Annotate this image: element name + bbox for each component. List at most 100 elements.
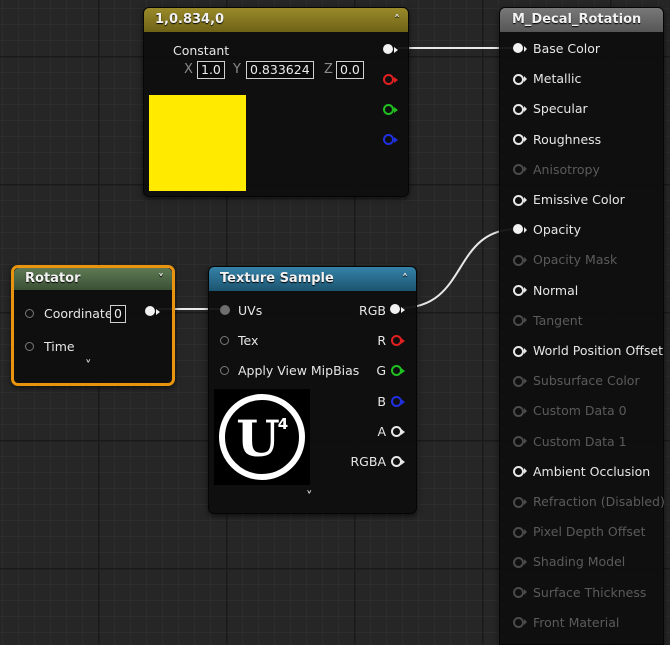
input-arrow-icon (524, 136, 527, 143)
input-pin-opacity[interactable] (513, 224, 523, 235)
input-pin-time[interactable] (25, 342, 34, 351)
input-arrow-icon (524, 287, 527, 294)
pin-label-world-position-offset: World Position Offset (533, 343, 663, 358)
input-arrow-icon (524, 317, 527, 324)
x-label: X (184, 62, 193, 77)
ue-logo-letter: U (236, 409, 280, 468)
input-arrow-icon (524, 75, 527, 82)
output-arrow-icon (394, 107, 398, 113)
output-arrow-icon (401, 368, 405, 374)
input-pin-refraction-disabled (513, 496, 524, 508)
ue-logo-superscript: 4 (278, 415, 288, 433)
output-arrow-icon (156, 309, 160, 315)
pin-label-custom-data-1: Custom Data 1 (533, 433, 627, 449)
material-node-header[interactable]: M_Decal_Rotation (500, 8, 663, 32)
input-pin-specular[interactable] (513, 103, 524, 115)
input-pin-front-material (513, 617, 524, 629)
input-pin-uvs[interactable] (220, 305, 230, 315)
output-pin-b[interactable] (383, 134, 394, 145)
output-arrow-icon (394, 137, 398, 143)
g-output-label: G (376, 363, 386, 378)
output-pin-rotator[interactable] (145, 306, 155, 316)
output-pin-rgb[interactable] (383, 44, 393, 54)
pin-label-shading-model: Shading Model (533, 554, 626, 570)
output-pin-rgb[interactable] (390, 304, 400, 314)
pin-label-metallic: Metallic (533, 71, 582, 87)
rgba-output-label: RGBA (350, 454, 387, 469)
expand-chevron-down-icon[interactable]: ˅ (306, 490, 313, 505)
collapse-chevron-up-icon[interactable]: ˄ (394, 8, 400, 32)
pin-label-surface-thickness: Surface Thickness (533, 584, 647, 600)
pin-label-custom-data-0: Custom Data 0 (533, 403, 627, 419)
z-label: Z (324, 62, 333, 77)
z-value-field[interactable]: 0.0 (336, 61, 364, 79)
input-pin-tex[interactable] (220, 336, 229, 345)
input-pin-roughness[interactable] (513, 134, 524, 146)
y-label: Y (233, 62, 241, 77)
texture-sample-header[interactable]: Texture Sample ˄ (209, 267, 416, 291)
constant-node-header[interactable]: 1,0.834,0 ˄ (144, 8, 408, 32)
b-output-label: B (377, 394, 386, 409)
output-pin-g[interactable] (383, 104, 394, 115)
pin-label-refraction-disabled: Refraction (Disabled) (533, 494, 665, 509)
input-pin-anisotropy (513, 164, 524, 176)
input-pin-world-position-offset[interactable] (513, 345, 524, 357)
input-arrow-icon (524, 196, 527, 203)
texture-thumbnail: U 4 (214, 389, 310, 485)
input-pin-subsurface-color (513, 375, 524, 387)
collapse-chevron-up-icon[interactable]: ˄ (402, 267, 408, 291)
pin-label-ambient-occlusion: Ambient Occlusion (533, 463, 651, 479)
color-preview-swatch (149, 95, 246, 191)
input-pin-custom-data-1 (513, 436, 524, 448)
material-node-title: M_Decal_Rotation (512, 12, 642, 27)
input-arrow-icon (524, 438, 527, 445)
rgb-output-label: RGB (359, 303, 386, 318)
input-pin-tangent (513, 315, 524, 327)
pin-label-tangent: Tangent (533, 312, 583, 328)
output-arrow-icon (401, 459, 405, 465)
input-arrow-icon (524, 558, 527, 565)
pin-label-opacity-mask: Opacity Mask (533, 252, 618, 268)
texture-sample-node[interactable]: Texture Sample ˄ UVs Tex Apply View MipB… (208, 266, 417, 514)
input-arrow-icon (524, 256, 527, 263)
input-arrow-icon (524, 347, 527, 354)
constant-node-title: 1,0.834,0 (155, 12, 225, 27)
input-pin-custom-data-0 (513, 405, 524, 417)
output-pin-r[interactable] (383, 74, 394, 85)
rotator-node[interactable]: Rotator ˅ Coordinate 0 Time ˅ (11, 265, 175, 386)
material-result-node[interactable]: M_Decal_Rotation Base Color Metallic Specu… (499, 7, 665, 645)
expand-chevron-down-icon[interactable]: ˅ (85, 359, 92, 374)
uvs-label: UVs (238, 303, 263, 318)
pin-label-emissive-color: Emissive Color (533, 192, 625, 207)
y-value-field[interactable]: 0.833624 (246, 61, 314, 79)
coordinate-value-field[interactable]: 0 (110, 305, 126, 323)
pin-label-subsurface-color: Subsurface Color (533, 373, 640, 389)
input-arrow-icon (524, 377, 527, 384)
output-arrow-icon (401, 338, 405, 344)
input-pin-apply-view-mipbias[interactable] (220, 366, 229, 375)
input-pin-opacity-mask (513, 254, 524, 266)
rotator-node-header[interactable]: Rotator ˅ (14, 268, 172, 290)
input-pin-shading-model (513, 556, 524, 568)
rotator-node-title: Rotator (25, 271, 81, 286)
pin-label-roughness: Roughness (533, 131, 602, 147)
input-pin-coordinate[interactable] (25, 309, 34, 318)
input-arrow-icon (524, 619, 527, 626)
input-arrow-icon (524, 407, 527, 414)
output-arrow-icon (401, 399, 405, 405)
time-label: Time (44, 339, 75, 354)
input-pin-pixel-depth-offset (513, 526, 524, 538)
x-value-field[interactable]: 1.0 (197, 61, 225, 79)
input-pin-base-color[interactable] (513, 43, 523, 53)
pin-label-opacity: Opacity (533, 222, 582, 238)
input-pin-ambient-occlusion[interactable] (513, 466, 524, 478)
input-pin-normal[interactable] (513, 285, 524, 297)
collapse-chevron-down-icon[interactable]: ˅ (158, 268, 164, 290)
input-arrow-icon (524, 528, 527, 535)
input-arrow-icon (524, 498, 527, 505)
pin-label-pixel-depth-offset: Pixel Depth Offset (533, 524, 646, 540)
constant3vector-node[interactable]: 1,0.834,0 ˄ Constant X 1.0 Y 0.833624 Z … (143, 7, 409, 197)
input-pin-metallic[interactable] (513, 73, 524, 85)
input-pin-emissive-color[interactable] (513, 194, 524, 206)
input-arrow-icon (524, 468, 527, 475)
